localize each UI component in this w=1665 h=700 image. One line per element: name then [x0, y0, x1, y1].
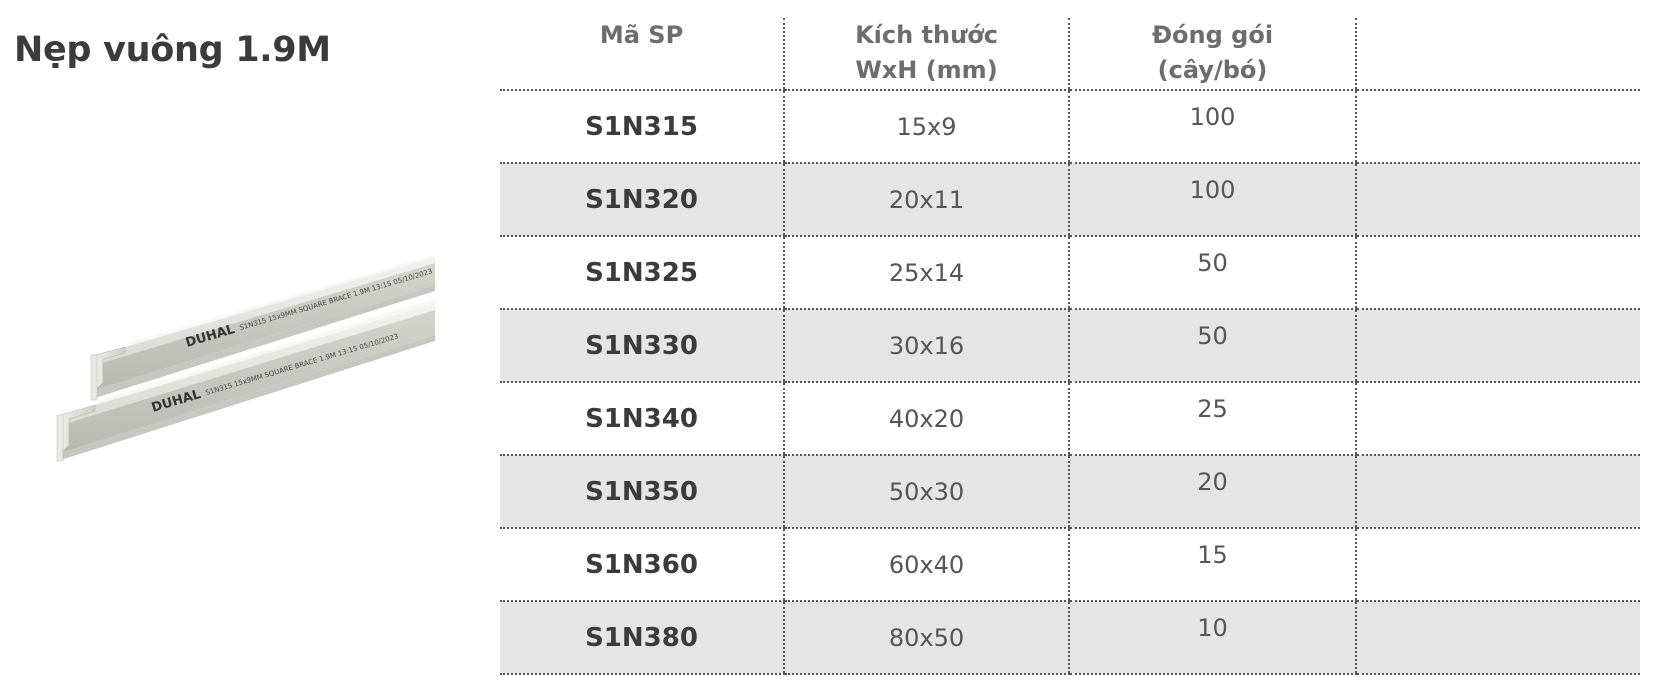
cell-extra [1355, 382, 1640, 456]
cell-extra [1355, 163, 1640, 237]
cell-extra [1355, 601, 1640, 675]
cell-extra [1355, 455, 1640, 529]
table-row: S1N340 40x20 25 [500, 382, 1640, 456]
cell-dimensions: 15x9 [783, 90, 1069, 164]
table-row: S1N360 60x40 15 [500, 528, 1640, 602]
cell-product-code: S1N325 [500, 236, 784, 310]
cell-product-code: S1N380 [500, 601, 784, 675]
header-dimensions: Kích thước WxH (mm) [783, 18, 1069, 91]
cell-product-code: S1N360 [500, 528, 784, 602]
table-row: S1N330 30x16 50 [500, 309, 1640, 383]
header-line: (cây/bó) [1157, 56, 1268, 84]
cell-packaging: 100 [1068, 163, 1356, 237]
cell-extra [1355, 528, 1640, 602]
cell-dimensions: 20x11 [783, 163, 1069, 237]
cable-trunking-image: DUHAL S1N315 15x9MM SQUARE BRACE 1.9M 13… [56, 255, 435, 462]
spec-table: Mã SP Kích thước WxH (mm) Đóng gói (cây/… [500, 18, 1640, 675]
cell-product-code: S1N340 [500, 382, 784, 456]
cell-product-code: S1N315 [500, 90, 784, 164]
cell-dimensions: 25x14 [783, 236, 1069, 310]
product-image: DUHAL S1N315 15x9MM SQUARE BRACE 1.9M 13… [55, 255, 455, 495]
cell-dimensions: 30x16 [783, 309, 1069, 383]
cell-product-code: S1N350 [500, 455, 784, 529]
table-row: S1N320 20x11 100 [500, 163, 1640, 237]
cell-packaging: 10 [1068, 601, 1356, 675]
cell-product-code: S1N330 [500, 309, 784, 383]
cell-extra [1355, 90, 1640, 164]
cell-dimensions: 80x50 [783, 601, 1069, 675]
cell-packaging: 100 [1068, 90, 1356, 164]
cell-packaging: 50 [1068, 309, 1356, 383]
header-empty [1355, 18, 1640, 91]
page-title: Nẹp vuông 1.9M [14, 30, 331, 70]
cell-extra [1355, 236, 1640, 310]
table-row: S1N315 15x9 100 [500, 90, 1640, 164]
header-product-code: Mã SP [500, 18, 784, 91]
header-line: Mã SP [599, 21, 684, 49]
table-row: S1N325 25x14 50 [500, 236, 1640, 310]
header-line: WxH (mm) [855, 56, 998, 84]
cell-dimensions: 40x20 [783, 382, 1069, 456]
header-line: Kích thước [855, 21, 998, 49]
cell-dimensions: 50x30 [783, 455, 1069, 529]
cell-product-code: S1N320 [500, 163, 784, 237]
table-row: S1N350 50x30 20 [500, 455, 1640, 529]
cell-packaging: 15 [1068, 528, 1356, 602]
cell-packaging: 50 [1068, 236, 1356, 310]
header-line: Đóng gói [1151, 21, 1274, 49]
table-header-row: Mã SP Kích thước WxH (mm) Đóng gói (cây/… [500, 18, 1640, 91]
header-packaging: Đóng gói (cây/bó) [1068, 18, 1356, 91]
table-row: S1N380 80x50 10 [500, 601, 1640, 675]
cell-packaging: 25 [1068, 382, 1356, 456]
cell-packaging: 20 [1068, 455, 1356, 529]
cell-dimensions: 60x40 [783, 528, 1069, 602]
cell-extra [1355, 309, 1640, 383]
